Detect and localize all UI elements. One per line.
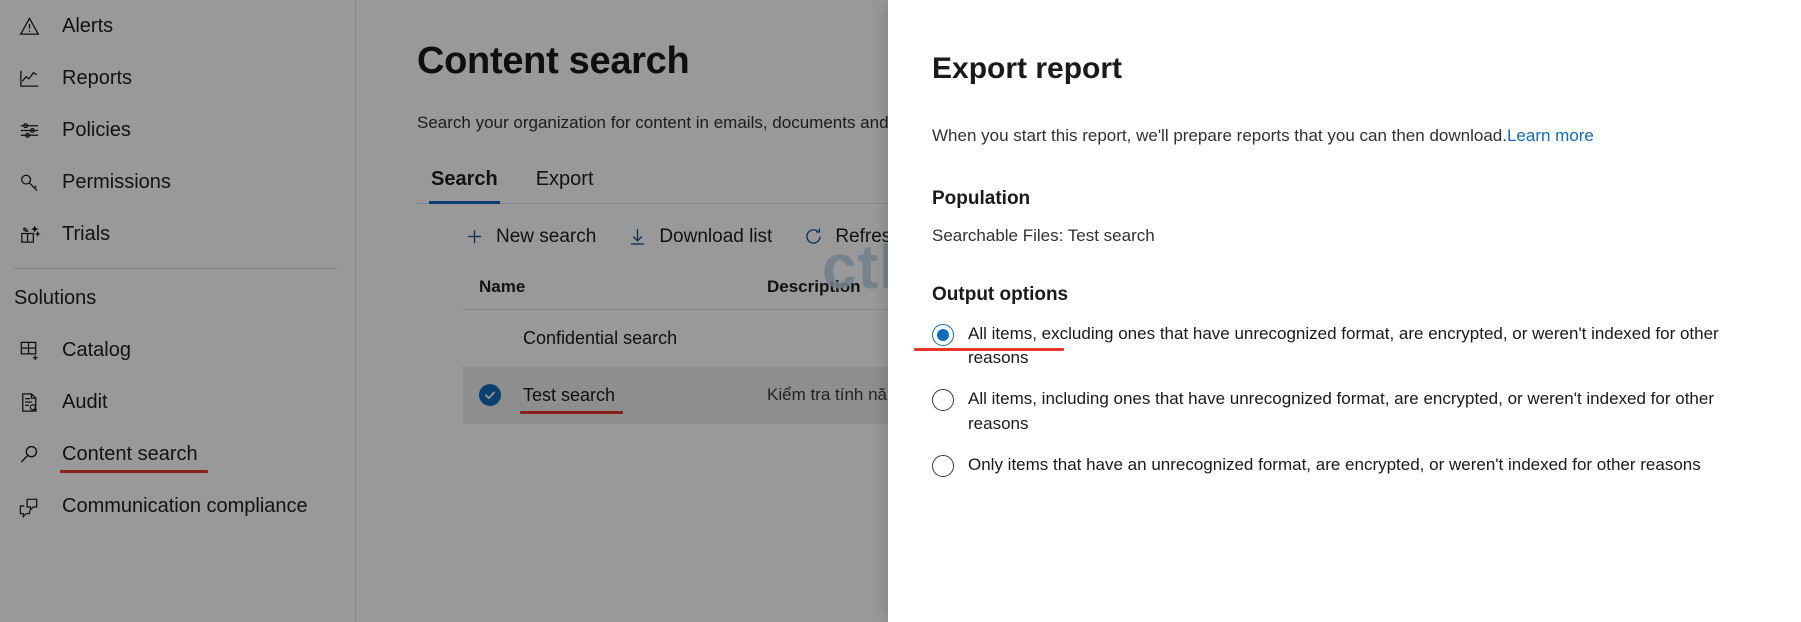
sidebar-item-label: Policies	[62, 118, 131, 141]
output-options-section-title: Output options	[932, 284, 1069, 306]
gift-sparkle-icon	[14, 221, 44, 247]
radio-button-icon[interactable]	[932, 389, 954, 412]
sidebar-item-label: Catalog	[62, 338, 131, 361]
tab-search[interactable]: Search	[429, 162, 500, 204]
key-icon	[14, 169, 44, 195]
sidebar-item-reports[interactable]: Reports	[0, 52, 355, 104]
output-option-label: Only items that have an unrecognized for…	[968, 454, 1701, 474]
output-options-radio-group: All items, excluding ones that have unre…	[914, 322, 1777, 477]
sidebar-item-label: Audit	[62, 390, 108, 413]
sliders-icon	[14, 117, 44, 143]
tab-export[interactable]: Export	[534, 162, 596, 203]
document-search-icon	[14, 389, 44, 415]
alert-triangle-icon	[14, 13, 44, 39]
sidebar-item-label: Trials	[62, 222, 111, 245]
new-search-label: New search	[496, 225, 597, 247]
plus-icon	[463, 226, 485, 248]
output-option-label: All items, excluding ones that have unre…	[968, 324, 1719, 368]
refresh-button[interactable]: Refresh	[802, 226, 902, 248]
sidebar-item-audit[interactable]: Audit	[0, 376, 355, 428]
radio-button-icon[interactable]	[932, 454, 954, 477]
learn-more-link[interactable]: Learn more	[1507, 126, 1594, 145]
sidebar-item-label: Communication compliance	[62, 494, 308, 517]
new-search-button[interactable]: New search	[463, 226, 596, 248]
magnifier-icon	[14, 441, 44, 467]
panel-intro-body: When you start this report, we'll prepar…	[932, 126, 1507, 145]
sidebar-item-label: Permissions	[62, 170, 171, 193]
sidebar-item-permissions[interactable]: Permissions	[0, 156, 355, 208]
chart-line-icon	[14, 65, 44, 91]
chat-bubbles-icon	[14, 493, 44, 519]
left-navigation-sidebar: Alerts Reports Policies Permissions Tria…	[0, 0, 356, 622]
app-root: Alerts Reports Policies Permissions Tria…	[0, 0, 1801, 622]
download-list-button[interactable]: Download list	[626, 226, 772, 248]
sidebar-item-communication-compliance[interactable]: Communication compliance	[0, 480, 355, 532]
export-report-panel: Export report When you start this report…	[888, 0, 1801, 622]
row-name-cell: Test search	[479, 384, 767, 414]
sidebar-item-label: Reports	[62, 66, 133, 89]
sidebar-item-catalog[interactable]: Catalog	[0, 324, 355, 376]
sidebar-item-label: Content search	[60, 442, 208, 473]
sidebar-divider	[14, 268, 337, 269]
output-option-all-including[interactable]: All items, including ones that have unre…	[932, 387, 1777, 435]
sidebar-section-title-solutions: Solutions	[14, 287, 97, 309]
row-name-cell: Confidential search	[479, 328, 767, 349]
download-arrow-icon	[626, 226, 648, 248]
sidebar-item-content-search[interactable]: Content search	[0, 428, 355, 480]
panel-intro-text: When you start this report, we'll prepar…	[932, 124, 1632, 148]
sidebar-item-trials[interactable]: Trials	[0, 208, 355, 260]
population-section-title: Population	[932, 188, 1031, 210]
annotation-underline	[914, 348, 1064, 352]
row-name-text: Test search	[519, 384, 624, 414]
sidebar-item-alerts[interactable]: Alerts	[0, 0, 355, 52]
grid-plus-icon	[14, 337, 44, 363]
sidebar-item-policies[interactable]: Policies	[0, 104, 355, 156]
tab-bar: Search Export	[417, 162, 957, 204]
output-option-label: All items, including ones that have unre…	[968, 389, 1714, 433]
column-header-name[interactable]: Name	[479, 277, 767, 297]
row-name-text: Confidential search	[523, 327, 678, 348]
panel-title: Export report	[932, 52, 1123, 85]
refresh-circle-icon	[802, 226, 824, 248]
sidebar-item-label: Alerts	[62, 14, 114, 37]
population-value: Searchable Files: Test search	[932, 226, 1155, 246]
download-list-label: Download list	[659, 225, 773, 247]
output-option-only-unrecognized[interactable]: Only items that have an unrecognized for…	[932, 453, 1777, 477]
output-option-all-excluding[interactable]: All items, excluding ones that have unre…	[914, 322, 1777, 370]
radio-button-icon[interactable]	[932, 324, 954, 347]
